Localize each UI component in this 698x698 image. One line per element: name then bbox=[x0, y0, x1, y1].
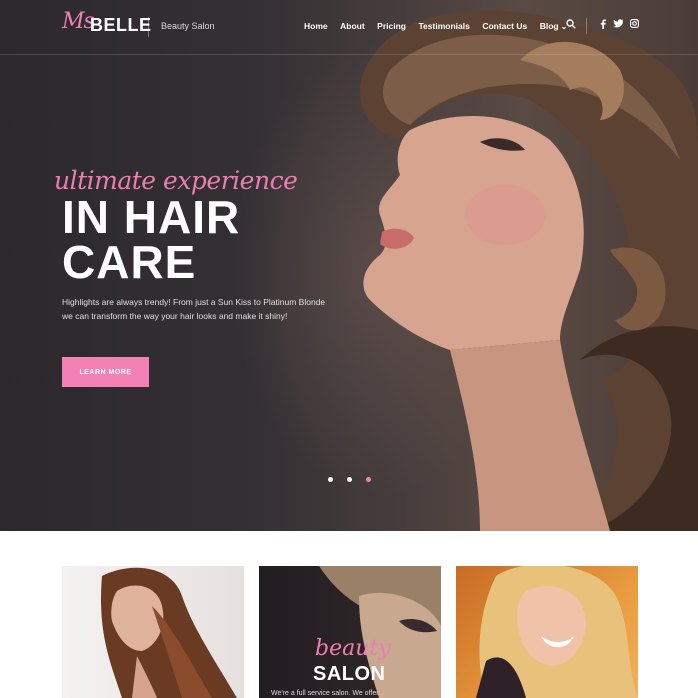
learn-more-button[interactable]: LEARN MORE bbox=[62, 357, 149, 387]
blonde-smile-card[interactable] bbox=[456, 566, 638, 698]
card-script-heading: beauty bbox=[315, 636, 391, 661]
twitter-icon[interactable] bbox=[613, 19, 624, 33]
nav-home[interactable]: Home bbox=[304, 21, 328, 31]
hero-title-line2: CARE bbox=[62, 236, 197, 288]
site-header: Ms BELLE Beauty Salon Home About Pricing… bbox=[0, 0, 698, 55]
nav-contact-us[interactable]: Contact Us bbox=[482, 21, 527, 31]
logo[interactable]: BELLE bbox=[90, 15, 152, 36]
card-description: We're a full service salon. We offer... bbox=[271, 690, 384, 697]
nav-testimonials[interactable]: Testimonials bbox=[418, 21, 469, 31]
nav-pricing[interactable]: Pricing bbox=[377, 21, 406, 31]
long-hair-image bbox=[101, 567, 237, 698]
hero-description: Highlights are always trendy! From just … bbox=[62, 297, 326, 321]
main-nav: Home About Pricing Testimonials Contact … bbox=[304, 21, 580, 31]
hero-title: IN HAIR CARE bbox=[62, 191, 241, 288]
hero-title-line1: IN HAIR bbox=[62, 191, 241, 243]
facebook-icon[interactable] bbox=[599, 19, 607, 34]
slider-dot-1[interactable] bbox=[328, 477, 333, 482]
beauty-salon-card[interactable]: beauty SALON We're a full service salon.… bbox=[259, 566, 441, 698]
logo-tagline: Beauty Salon bbox=[161, 21, 215, 31]
instagram-icon[interactable] bbox=[630, 19, 639, 33]
slider-dot-2[interactable] bbox=[347, 477, 352, 482]
hero-model-image bbox=[360, 10, 698, 531]
nav-blog-label: Blog bbox=[539, 21, 559, 31]
blonde-smile-image bbox=[476, 566, 638, 698]
nav-about[interactable]: About bbox=[340, 21, 365, 31]
search-icon[interactable] bbox=[566, 19, 576, 34]
long-hair-card[interactable] bbox=[62, 566, 244, 698]
nav-divider bbox=[586, 18, 587, 34]
slider-dot-3[interactable] bbox=[366, 477, 371, 482]
nav-blog[interactable]: Blog ⌄ bbox=[540, 21, 568, 31]
card-title: SALON bbox=[313, 663, 386, 685]
logo-divider bbox=[148, 17, 149, 37]
